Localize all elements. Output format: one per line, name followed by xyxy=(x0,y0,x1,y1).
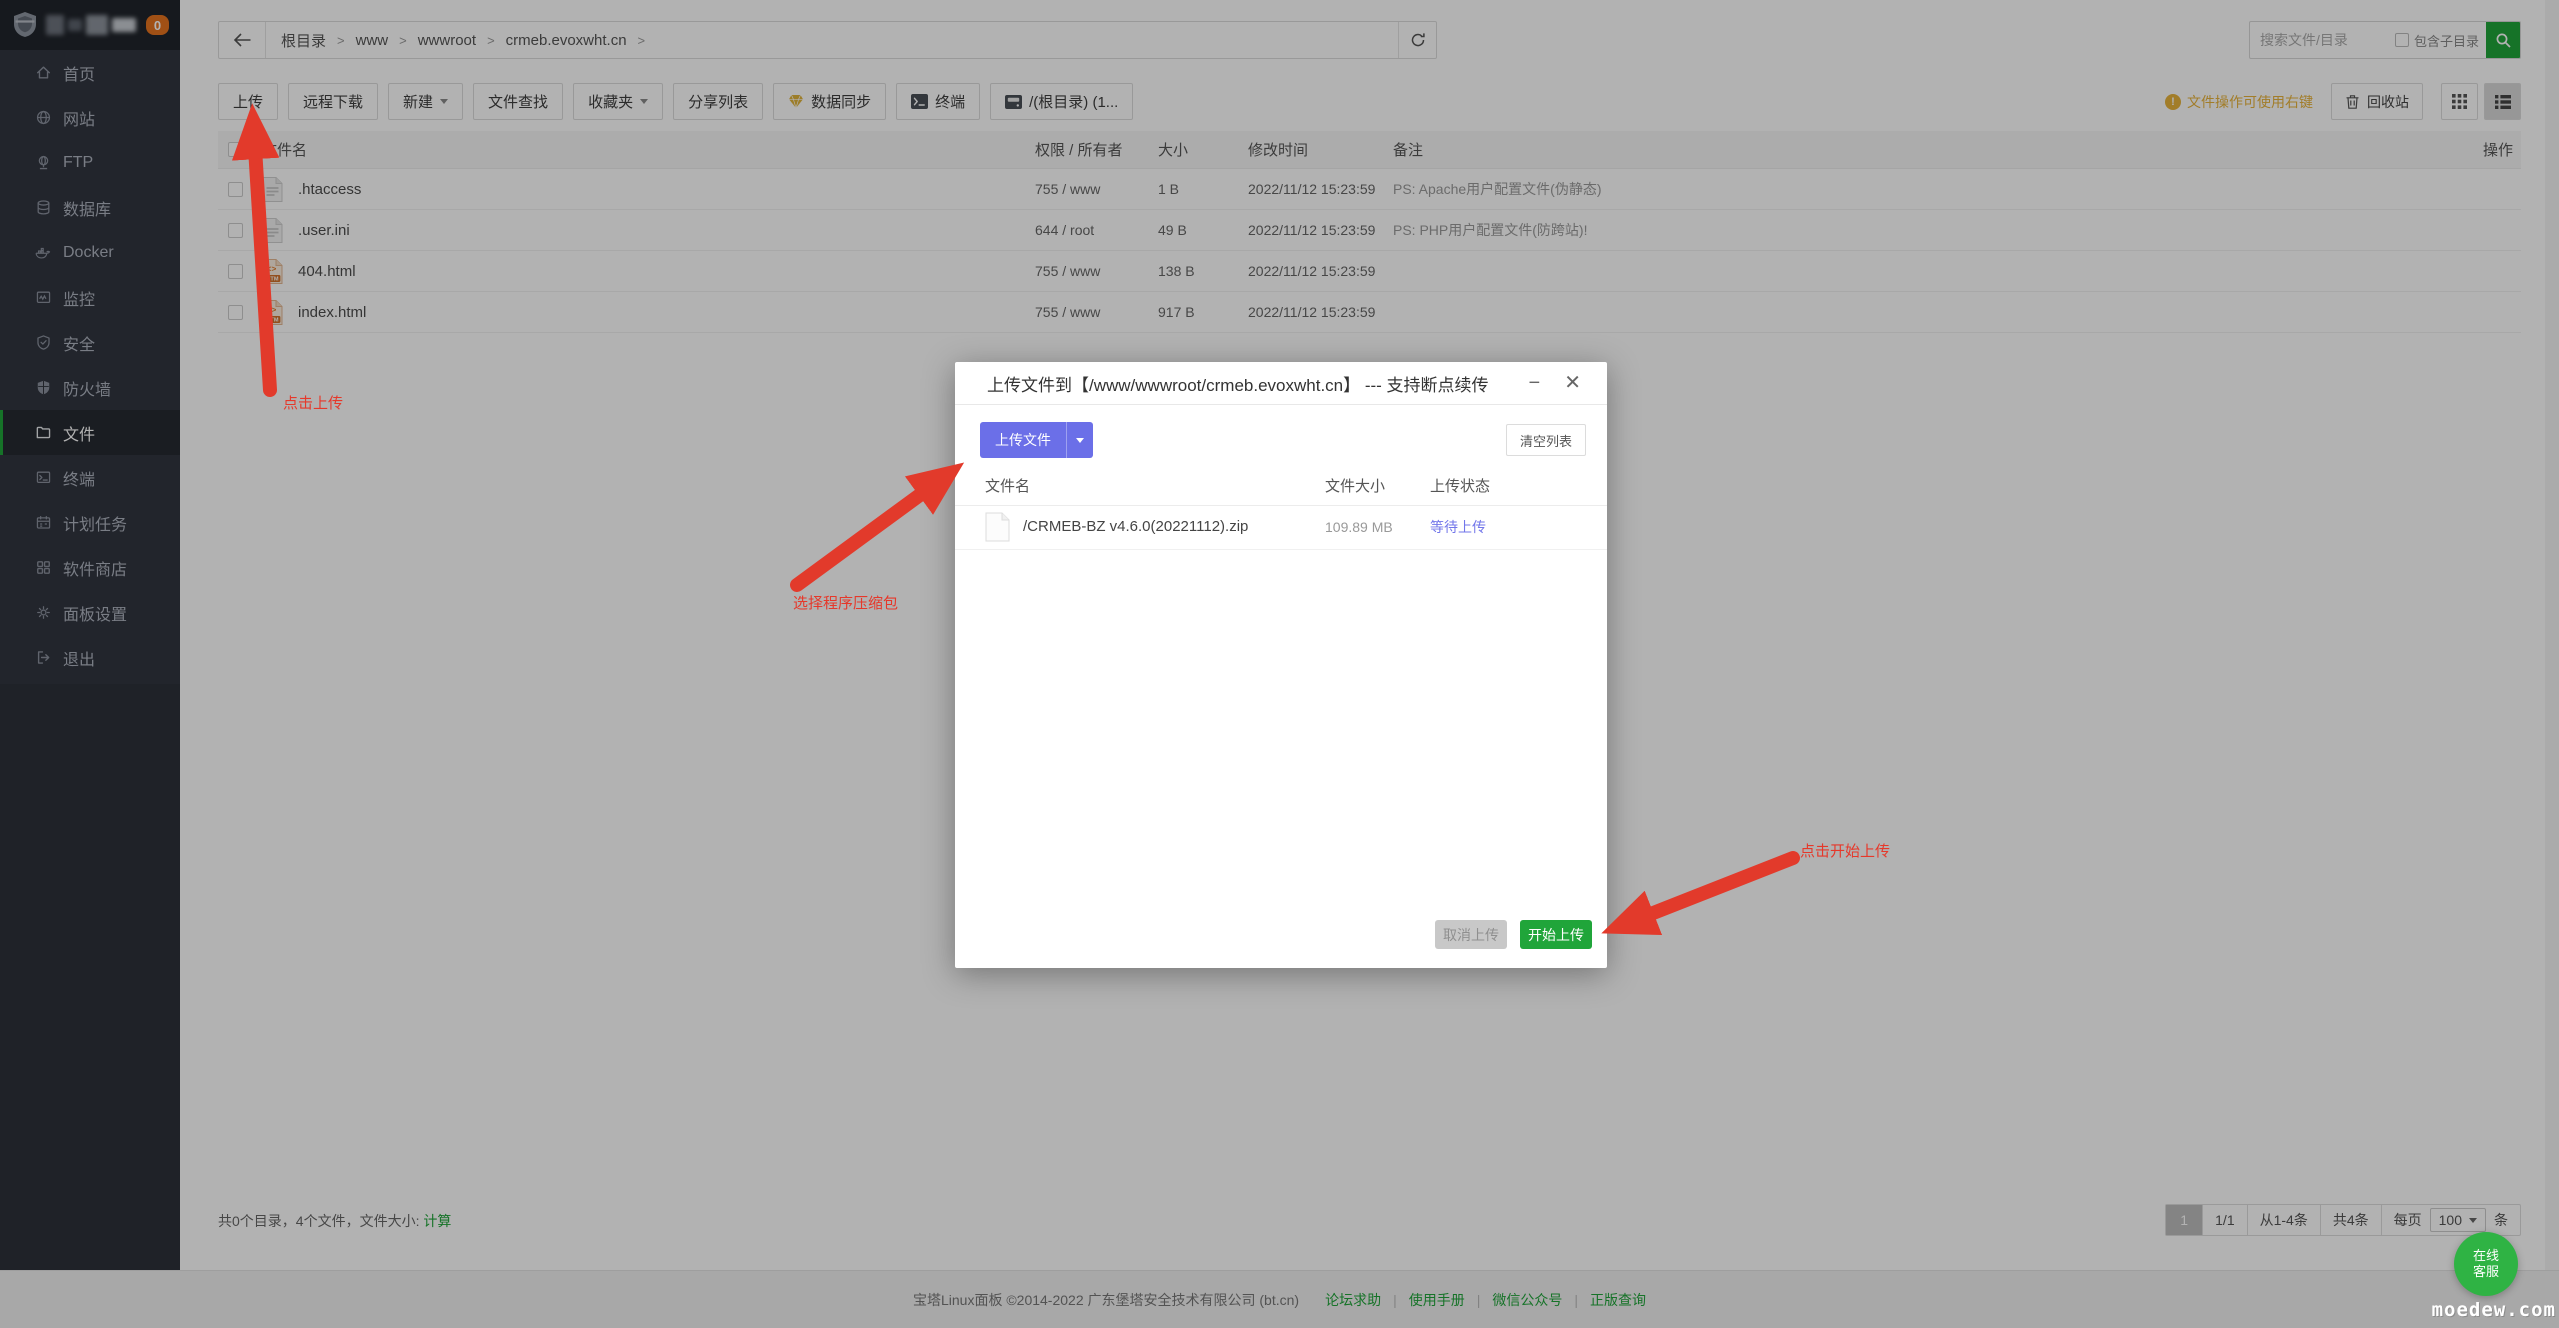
dialog-title: 上传文件到【/www/wwwroot/crmeb.evoxwht.cn】 ---… xyxy=(987,371,1523,396)
upload-file-label[interactable]: 上传文件 xyxy=(980,422,1066,458)
chat-label-line1: 在线 xyxy=(2473,1248,2499,1264)
watermark: moedew.com xyxy=(2432,1299,2556,1321)
cancel-upload-button[interactable]: 取消上传 xyxy=(1435,920,1507,949)
clear-list-button[interactable]: 清空列表 xyxy=(1506,424,1586,456)
close-icon[interactable]: ✕ xyxy=(1558,373,1587,393)
upload-file-name: /CRMEB-BZ v4.6.0(20221112).zip xyxy=(1023,505,1248,549)
annotation-click-upload: 点击上传 xyxy=(283,392,343,413)
minimize-icon[interactable]: − xyxy=(1523,373,1547,393)
bt-panel-screen: 0 首页网站FTP数据库Docker监控安全防火墙文件终端计划任务软件商店面板设… xyxy=(0,0,2559,1328)
upload-list-header: 文件名 文件大小 上传状态 xyxy=(955,468,1607,506)
annotation-choose-archive: 选择程序压缩包 xyxy=(793,592,898,613)
upload-file-status[interactable]: 等待上传 xyxy=(1430,505,1486,549)
dialog-body: 上传文件 清空列表 文件名 文件大小 上传状态 /CRMEB-BZ v4.6.0… xyxy=(955,405,1607,967)
dialog-title-bar[interactable]: 上传文件到【/www/wwwroot/crmeb.evoxwht.cn】 ---… xyxy=(955,362,1607,405)
upload-file-size: 109.89 MB xyxy=(1325,505,1393,549)
upload-column-name: 文件名 xyxy=(985,468,1030,505)
online-support-button[interactable]: 在线 客服 xyxy=(2454,1232,2518,1296)
annotation-click-start: 点击开始上传 xyxy=(1800,840,1890,861)
upload-options-caret[interactable] xyxy=(1066,422,1093,458)
file-icon xyxy=(985,512,1010,542)
upload-file-list: /CRMEB-BZ v4.6.0(20221112).zip 109.89 MB 等… xyxy=(955,505,1607,550)
chevron-down-icon xyxy=(1076,438,1084,443)
upload-dialog: 上传文件到【/www/wwwroot/crmeb.evoxwht.cn】 ---… xyxy=(955,362,1607,968)
upload-list-item: /CRMEB-BZ v4.6.0(20221112).zip 109.89 MB 等… xyxy=(955,505,1607,550)
start-upload-button[interactable]: 开始上传 xyxy=(1520,920,1592,949)
chat-label-line2: 客服 xyxy=(2473,1264,2499,1280)
upload-column-status: 上传状态 xyxy=(1430,468,1490,505)
upload-column-size: 文件大小 xyxy=(1325,468,1385,505)
upload-file-button[interactable]: 上传文件 xyxy=(980,422,1093,458)
